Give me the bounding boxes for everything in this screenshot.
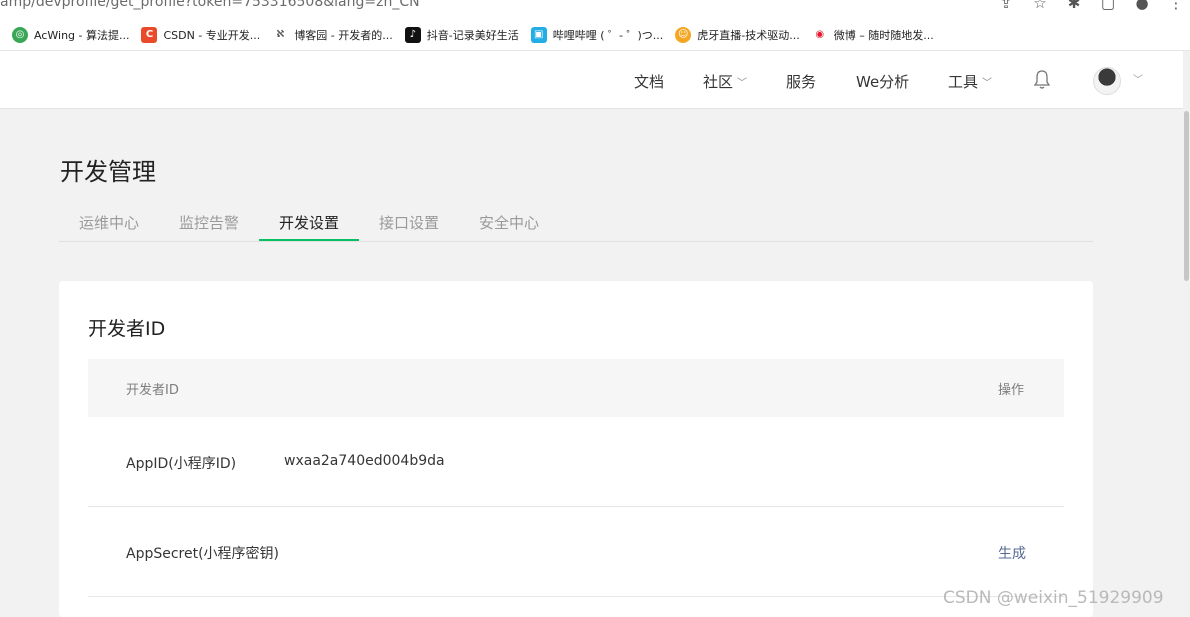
nav-services[interactable]: 服务 bbox=[786, 71, 816, 92]
bookmark-csdn[interactable]: C CSDN - 专业开发... bbox=[141, 26, 261, 43]
nav-item-label: 文档 bbox=[634, 73, 665, 91]
bookmark-bilibili[interactable]: ▣ 哔哩哔哩 ( ゜- ゜)つ... bbox=[530, 26, 664, 43]
avatar[interactable] bbox=[1093, 67, 1121, 95]
card-title: 开发者ID bbox=[88, 318, 166, 340]
active-tab-indicator bbox=[259, 239, 359, 241]
bookmark-label: 哔哩哔哩 ( ゜- ゜)つ... bbox=[552, 28, 664, 42]
bookmark-label: 博客园 - 开发者的... bbox=[294, 28, 393, 42]
url-text[interactable]: amp/devprofile/get_profile?token=7533165… bbox=[0, 0, 420, 10]
appid-value: wxaa2a740ed004b9da bbox=[284, 453, 445, 469]
bookmark-label: 抖音-记录美好生活 bbox=[426, 28, 519, 42]
cnblogs-icon: ℵ bbox=[272, 26, 289, 43]
browser-address-bar[interactable]: amp/devprofile/get_profile?token=7533165… bbox=[0, 0, 1190, 19]
page-scrollbar[interactable] bbox=[1183, 51, 1190, 617]
tab-api-settings[interactable]: 接口设置 bbox=[379, 212, 439, 233]
bookmark-weibo[interactable]: ◉ 微博 – 随时随地发... bbox=[811, 26, 934, 43]
huya-icon: ☺ bbox=[675, 26, 692, 43]
menu-icon[interactable]: ⋮ bbox=[1166, 0, 1186, 12]
bookmark-label: AcWing - 算法提... bbox=[34, 28, 130, 42]
bell-icon[interactable] bbox=[1033, 69, 1051, 91]
tab-monitoring[interactable]: 监控告警 bbox=[179, 212, 239, 233]
appid-label: AppID(小程序ID) bbox=[126, 456, 237, 472]
share-icon[interactable]: ⇪ bbox=[996, 0, 1016, 12]
nav-community[interactable]: 社区 ﹀ bbox=[703, 71, 747, 92]
appsecret-label: AppSecret(小程序密钥) bbox=[126, 546, 280, 562]
weibo-icon: ◉ bbox=[811, 26, 828, 43]
bookmark-huya[interactable]: ☺ 虎牙直播-技术驱动... bbox=[675, 26, 800, 43]
browser-toolbar-icons: ⇪ ☆ ✱ ▢ ● ⋮ bbox=[996, 0, 1186, 12]
nav-docs[interactable]: 文档 bbox=[634, 71, 664, 92]
nav-item-label: We分析 bbox=[856, 73, 910, 91]
profile-icon[interactable]: ● bbox=[1132, 0, 1152, 12]
acwing-icon: ◎ bbox=[12, 26, 28, 43]
bookmark-label: 微博 – 随时随地发... bbox=[833, 28, 934, 42]
chevron-down-icon: ﹀ bbox=[737, 78, 748, 89]
table-header: 开发者ID 操作 bbox=[88, 359, 1064, 417]
column-header: 操作 bbox=[998, 383, 1025, 398]
chevron-down-icon: ﹀ bbox=[982, 78, 993, 89]
page-title: 开发管理 bbox=[60, 158, 156, 186]
table-row: AppSecret(小程序密钥) 生成 bbox=[88, 507, 1064, 597]
tab-bar: 运维中心 监控告警 开发设置 接口设置 安全中心 bbox=[59, 200, 1093, 242]
watermark: CSDN @weixin_51929909 bbox=[943, 588, 1164, 608]
extensions-icon[interactable]: ✱ bbox=[1064, 0, 1084, 12]
bookmark-label: 虎牙直播-技术驱动... bbox=[697, 28, 800, 42]
site-top-nav: 文档 社区 ﹀ 服务 We分析 工具 ﹀ ﹀ bbox=[0, 51, 1183, 109]
nav-item-label: 社区 bbox=[703, 73, 734, 91]
bookmark-label: CSDN - 专业开发... bbox=[163, 28, 261, 42]
nav-tools[interactable]: 工具 ﹀ bbox=[948, 71, 992, 92]
bookmark-douyin[interactable]: ♪ 抖音-记录美好生活 bbox=[404, 26, 519, 43]
tab-ops-center[interactable]: 运维中心 bbox=[79, 212, 139, 233]
star-icon[interactable]: ☆ bbox=[1030, 0, 1050, 12]
csdn-icon: C bbox=[141, 26, 158, 43]
column-header: 开发者ID bbox=[126, 383, 179, 398]
tab-dev-settings[interactable]: 开发设置 bbox=[279, 212, 339, 233]
tab-security-center[interactable]: 安全中心 bbox=[479, 212, 539, 233]
nav-we-analytics[interactable]: We分析 bbox=[856, 71, 909, 92]
developer-id-card: 开发者ID 开发者ID 操作 AppID(小程序ID) wxaa2a740ed0… bbox=[59, 281, 1093, 617]
bookmarks-bar: ◎ AcWing - 算法提... C CSDN - 专业开发... ℵ 博客园… bbox=[0, 19, 1190, 51]
nav-item-label: 服务 bbox=[786, 73, 817, 91]
scrollbar-thumb[interactable] bbox=[1184, 111, 1189, 281]
sidebar-icon[interactable]: ▢ bbox=[1098, 0, 1118, 12]
bilibili-icon: ▣ bbox=[530, 26, 547, 43]
table-row: AppID(小程序ID) wxaa2a740ed004b9da bbox=[88, 417, 1064, 507]
bookmark-cnblogs[interactable]: ℵ 博客园 - 开发者的... bbox=[272, 26, 393, 43]
bookmark-acwing[interactable]: ◎ AcWing - 算法提... bbox=[12, 26, 130, 43]
nav-item-label: 工具 bbox=[948, 73, 979, 91]
douyin-icon: ♪ bbox=[404, 26, 421, 43]
chevron-down-icon[interactable]: ﹀ bbox=[1133, 71, 1143, 86]
generate-secret-link[interactable]: 生成 bbox=[998, 543, 1026, 563]
